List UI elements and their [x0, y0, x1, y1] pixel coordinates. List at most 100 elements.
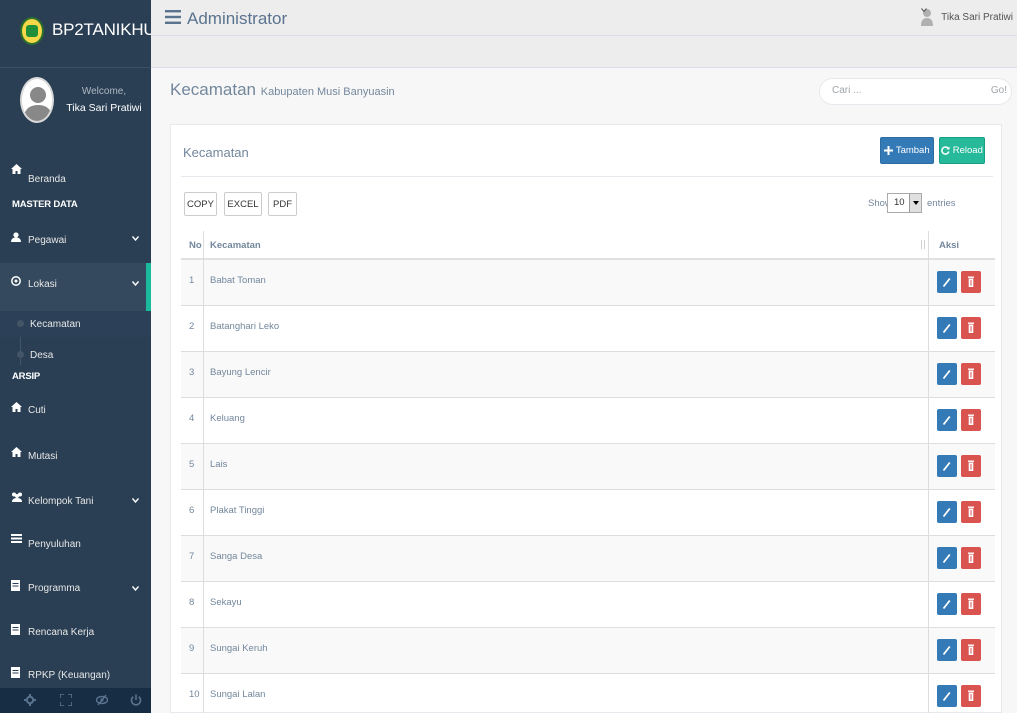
- table-row: 2 Batanghari Leko: [181, 306, 995, 352]
- delete-button[interactable]: [961, 639, 981, 661]
- home-icon: [11, 164, 22, 174]
- search-box: Go!: [819, 78, 1012, 105]
- delete-button[interactable]: [961, 547, 981, 569]
- row-kecamatan: Sungai Keruh: [210, 643, 268, 654]
- edit-button[interactable]: [937, 271, 957, 293]
- search-input[interactable]: [832, 85, 952, 96]
- pdf-button[interactable]: PDF: [268, 192, 297, 216]
- panel-title: Kecamatan: [183, 145, 249, 160]
- sidebar-item-label: Cuti: [28, 405, 46, 416]
- sidebar-item-programma[interactable]: Programma: [0, 578, 151, 600]
- entries-label: entries: [927, 198, 956, 209]
- edit-button[interactable]: [937, 409, 957, 431]
- add-button[interactable]: Tambah: [880, 137, 934, 164]
- table-row: 5 Lais: [181, 444, 995, 490]
- table-row: 10 Sungai Lalan: [181, 674, 995, 713]
- edit-button[interactable]: [937, 593, 957, 615]
- brand-logo: [20, 17, 44, 45]
- top-navigation: Administrator Tika Sari Pratiwi: [151, 0, 1017, 68]
- sidebar-item-label: Kelompok Tani: [28, 496, 94, 507]
- refresh-icon: [941, 146, 950, 155]
- row-kecamatan: Bayung Lencir: [210, 367, 271, 378]
- sidebar-item-label: Kecamatan: [30, 319, 81, 330]
- user-icon: [11, 232, 21, 242]
- chevron-down-icon: [132, 236, 139, 241]
- sidebar-item-label: Pegawai: [28, 235, 67, 246]
- edit-button[interactable]: [937, 547, 957, 569]
- sort-icon[interactable]: [920, 240, 926, 249]
- table-row: 7 Sanga Desa: [181, 536, 995, 582]
- fullscreen-icon[interactable]: [60, 694, 72, 706]
- kecamatan-panel: Kecamatan Tambah Reload COPY EXCEL PDF S…: [170, 124, 1002, 713]
- sidebar-item-kecamatan[interactable]: Kecamatan: [0, 311, 151, 337]
- edit-button[interactable]: [937, 501, 957, 523]
- sidebar-item-penyuluhan[interactable]: Penyuluhan: [0, 533, 151, 553]
- search-go-button[interactable]: Go!: [991, 85, 1007, 96]
- sidebar-item-cuti[interactable]: Cuti: [0, 400, 151, 420]
- chevron-down-icon: [921, 8, 928, 12]
- row-kecamatan: Keluang: [210, 413, 245, 424]
- row-kecamatan: Lais: [210, 459, 228, 470]
- row-number: 4: [189, 413, 195, 424]
- home-icon: [11, 447, 22, 457]
- sidebar-item-beranda[interactable]: Beranda: [0, 164, 151, 185]
- sidebar-item-label: Penyuluhan: [28, 539, 81, 550]
- table-row: 1 Babat Toman: [181, 260, 995, 306]
- sidebar-item-kelompok-tani[interactable]: Kelompok Tani: [0, 490, 151, 512]
- table-row: 6 Plakat Tinggi: [181, 490, 995, 536]
- avatar: [20, 77, 54, 123]
- sidebar-item-label: Lokasi: [28, 279, 57, 290]
- reload-button[interactable]: Reload: [939, 137, 985, 164]
- location-icon: [11, 276, 21, 286]
- user-menu[interactable]: Tika Sari Pratiwi: [921, 8, 1013, 26]
- brand-title: BP2TANIKHUT: [52, 20, 166, 39]
- sidebar-item-pegawai[interactable]: Pegawai: [0, 228, 151, 250]
- sidebar-item-label: RPKP (Keuangan): [28, 670, 111, 681]
- row-number: 1: [189, 275, 195, 286]
- page-title: Kecamatan Kabupaten Musi Banyuasin: [170, 80, 395, 99]
- delete-button[interactable]: [961, 685, 981, 707]
- delete-button[interactable]: [961, 409, 981, 431]
- brand[interactable]: BP2TANIKHUT: [0, 0, 166, 68]
- delete-button[interactable]: [961, 271, 981, 293]
- column-header-aksi[interactable]: Aksi: [939, 231, 959, 258]
- row-number: 2: [189, 321, 195, 332]
- delete-button[interactable]: [961, 593, 981, 615]
- sidebar-item-rpkp[interactable]: RPKP (Keuangan): [0, 666, 151, 686]
- copy-button[interactable]: COPY: [184, 192, 217, 216]
- sidebar-item-label: Desa: [30, 350, 54, 361]
- list-icon: [11, 534, 22, 543]
- edit-button[interactable]: [937, 639, 957, 661]
- edit-button[interactable]: [937, 685, 957, 707]
- sidebar-item-rencana-kerja[interactable]: Rencana Kerja: [0, 623, 151, 643]
- entries-select[interactable]: 10: [887, 193, 922, 213]
- edit-button[interactable]: [937, 363, 957, 385]
- menu-toggle-icon[interactable]: [165, 10, 181, 24]
- table-row: 4 Keluang: [181, 398, 995, 444]
- edit-button[interactable]: [937, 455, 957, 477]
- delete-button[interactable]: [961, 363, 981, 385]
- eye-slash-icon[interactable]: [96, 694, 108, 706]
- delete-button[interactable]: [961, 317, 981, 339]
- excel-button[interactable]: EXCEL: [224, 192, 262, 216]
- row-number: 9: [189, 643, 195, 654]
- power-icon[interactable]: [130, 694, 142, 706]
- delete-button[interactable]: [961, 501, 981, 523]
- profile: Welcome, Tika Sari Pratiwi: [0, 68, 151, 138]
- chevron-down-icon: [132, 498, 139, 503]
- chevron-down-icon: [132, 281, 139, 286]
- file-icon: [11, 580, 20, 591]
- settings-icon[interactable]: [24, 694, 36, 706]
- sidebar-item-desa[interactable]: Desa: [0, 346, 151, 364]
- top-title: Administrator: [187, 9, 288, 28]
- sidebar-item-label: Beranda: [28, 174, 66, 185]
- sidebar-item-mutasi[interactable]: Mutasi: [0, 446, 151, 466]
- edit-button[interactable]: [937, 317, 957, 339]
- row-number: 3: [189, 367, 195, 378]
- sidebar-item-label: Rencana Kerja: [28, 627, 95, 638]
- column-header-kecamatan[interactable]: Kecamatan: [210, 231, 261, 258]
- column-header-no[interactable]: No: [189, 231, 202, 258]
- delete-button[interactable]: [961, 455, 981, 477]
- profile-name: Tika Sari Pratiwi: [66, 102, 142, 114]
- sidebar-item-lokasi[interactable]: Lokasi: [0, 263, 151, 311]
